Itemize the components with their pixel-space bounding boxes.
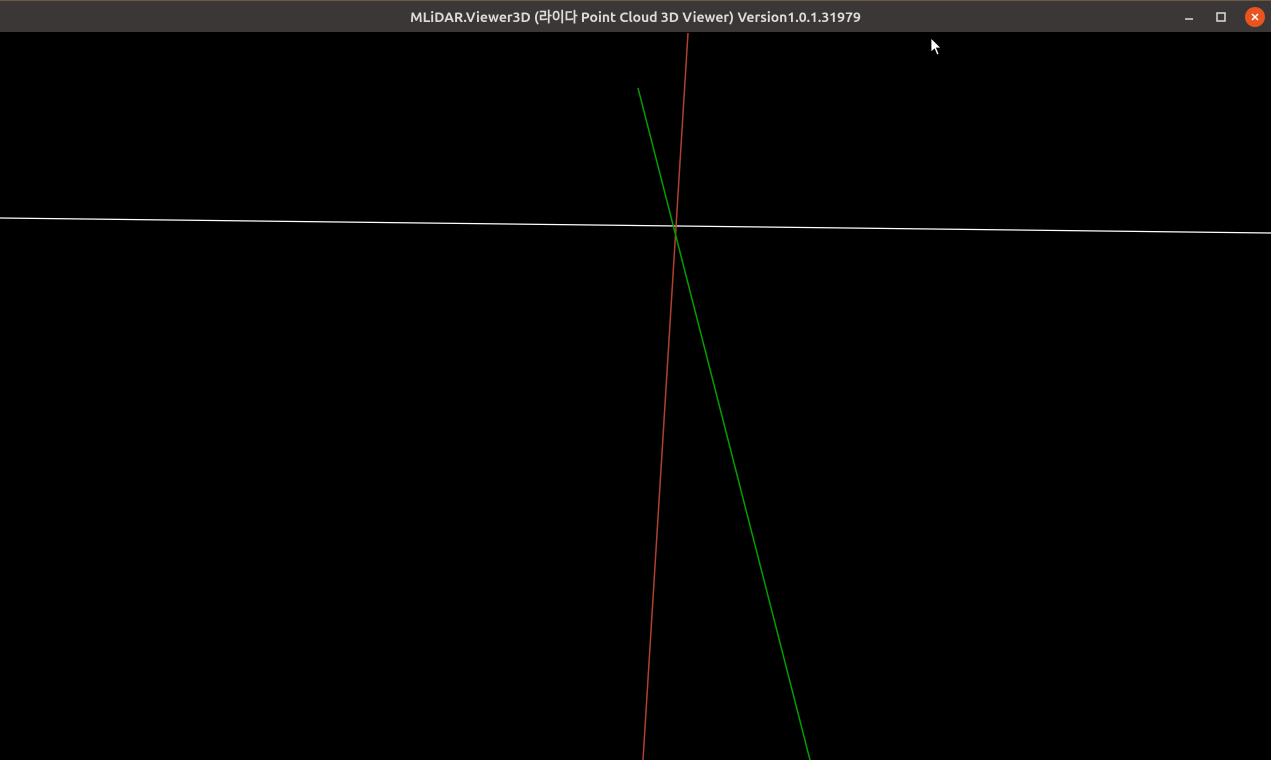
window-controls (1181, 7, 1265, 27)
minimize-button[interactable] (1181, 9, 1197, 25)
maximize-icon (1216, 12, 1226, 22)
minimize-icon (1184, 12, 1194, 22)
close-button[interactable] (1245, 7, 1265, 27)
axis-line-red (643, 33, 688, 760)
axes-overlay (0, 32, 1271, 760)
window-title: MLiDAR.Viewer3D (라이다 Point Cloud 3D View… (410, 7, 861, 27)
axis-line-horizontal (0, 218, 1271, 233)
maximize-button[interactable] (1213, 9, 1229, 25)
viewport-3d[interactable] (0, 32, 1271, 760)
window-titlebar: MLiDAR.Viewer3D (라이다 Point Cloud 3D View… (0, 0, 1271, 32)
close-icon (1250, 12, 1260, 22)
